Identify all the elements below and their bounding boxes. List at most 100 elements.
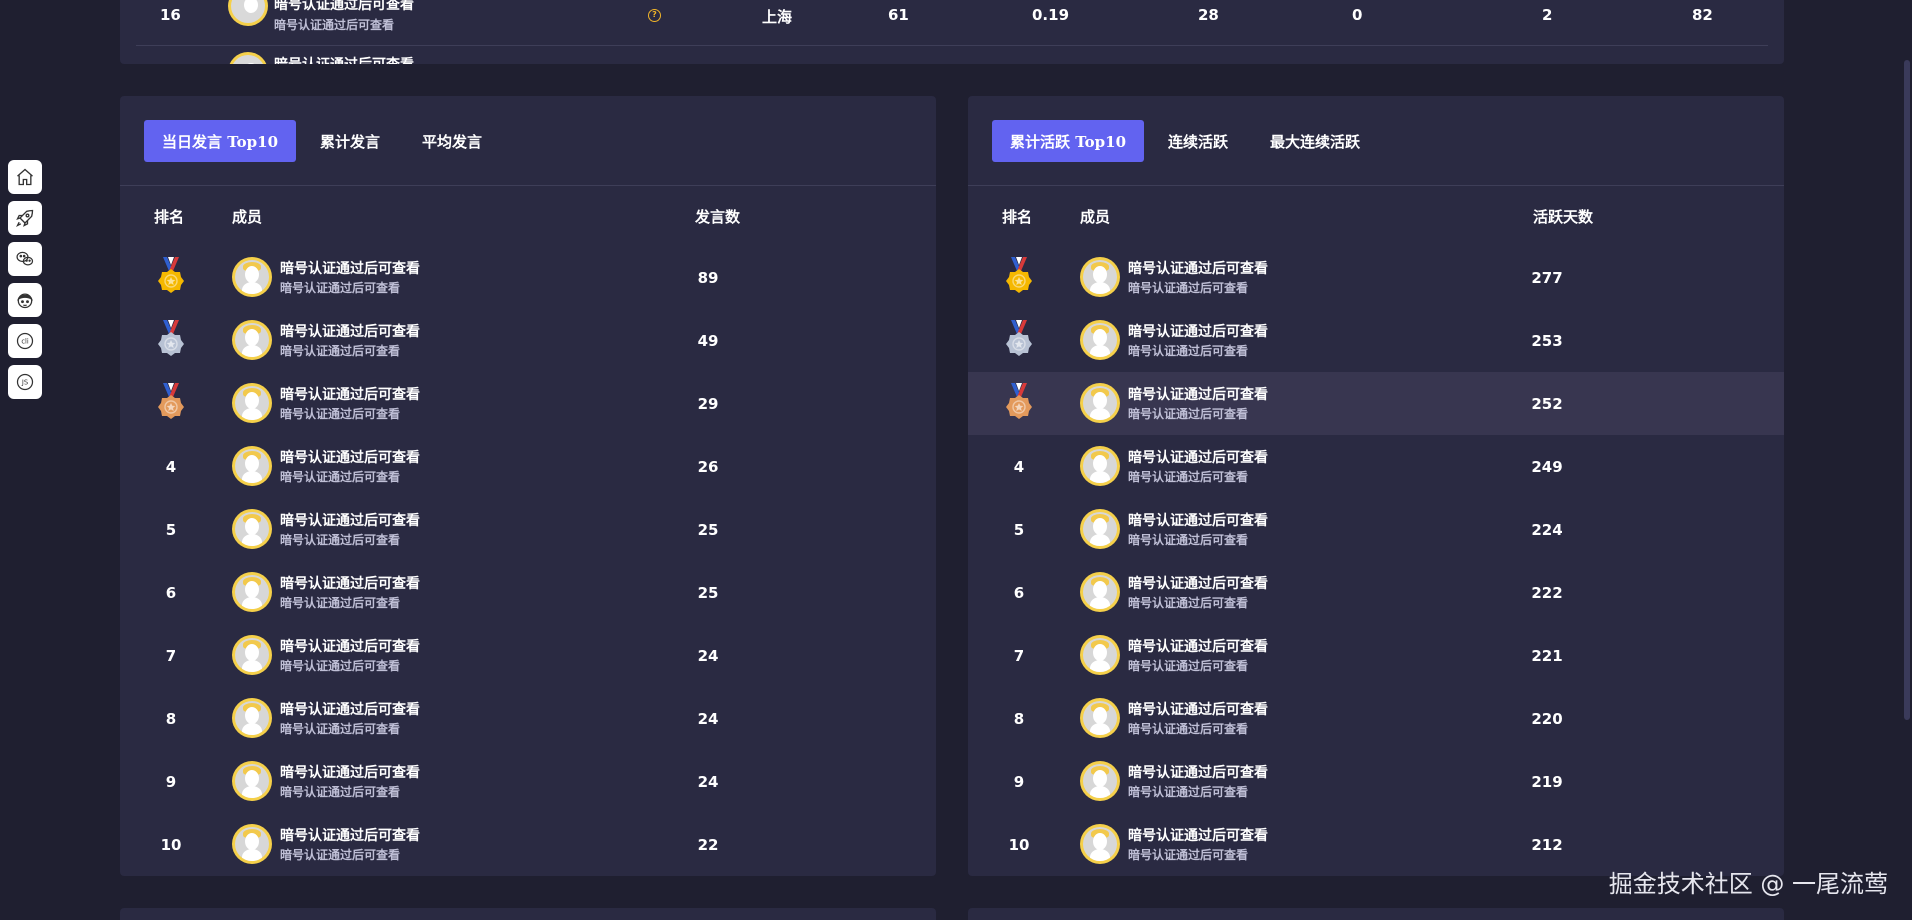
avatar[interactable] xyxy=(232,446,272,486)
value-cell: 249 xyxy=(1531,457,1563,476)
member-name: 暗号认证通过后可查看 xyxy=(1128,513,1268,529)
member-subtitle: 暗号认证通过后可查看 xyxy=(280,533,401,547)
js-button[interactable]: JS xyxy=(8,365,42,399)
member-name: 暗号认证通过后可查看 xyxy=(280,765,420,781)
column-header-active-days: 活跃天数 xyxy=(1533,208,1594,226)
floating-sidebar: cli JS xyxy=(8,160,42,406)
member-table-panel: 16 暗号认证通过后可查看 暗号认证通过后可查看 ? 上海 61 0.19 28… xyxy=(120,0,1784,64)
rank-number: 4 xyxy=(1013,457,1025,476)
ranking-row[interactable]: 6 暗号认证通过后可查看 暗号认证通过后可查看 25 xyxy=(120,561,936,624)
ranking-row[interactable]: 暗号认证通过后可查看 暗号认证通过后可查看 277 xyxy=(968,246,1784,309)
avatar[interactable] xyxy=(1080,509,1120,549)
tab-max-consecutive-active[interactable]: 最大连续活跃 xyxy=(1252,120,1378,162)
js-icon: JS xyxy=(16,373,34,391)
avatar[interactable] xyxy=(1080,446,1120,486)
ranking-row[interactable]: 暗号认证通过后可查看 暗号认证通过后可查看 89 xyxy=(120,246,936,309)
avatar[interactable] xyxy=(1080,320,1120,360)
avatar[interactable] xyxy=(232,824,272,864)
member-name: 暗号认证通过后可查看 xyxy=(280,828,420,844)
tab-consecutive-active[interactable]: 连续活跃 xyxy=(1150,120,1246,162)
avatar[interactable] xyxy=(232,257,272,297)
avatar[interactable] xyxy=(232,320,272,360)
member-subtitle: 暗号认证通过后可查看 xyxy=(1128,407,1249,421)
member-subtitle: 暗号认证通过后可查看 xyxy=(1128,722,1249,736)
value-cell: 89 xyxy=(697,268,719,287)
ranking-row[interactable]: 8 暗号认证通过后可查看 暗号认证通过后可查看 24 xyxy=(120,687,936,750)
avatar[interactable] xyxy=(232,635,272,675)
avatar[interactable] xyxy=(232,698,272,738)
value-cell: 224 xyxy=(1531,520,1563,539)
bronze-medal-icon xyxy=(1006,382,1032,419)
tab-total-speech[interactable]: 累计发言 xyxy=(302,120,398,162)
home-button[interactable] xyxy=(8,160,42,194)
member-name: 暗号认证通过后可查看 xyxy=(1128,828,1268,844)
rank-cell xyxy=(154,309,188,372)
ranking-row[interactable]: 10 暗号认证通过后可查看 暗号认证通过后可查看 22 xyxy=(120,813,936,876)
member-name: 暗号认证通过后可查看 xyxy=(1128,702,1268,718)
tab-daily-speech-top10[interactable]: 当日发言 Top10 xyxy=(144,120,297,162)
ranking-row[interactable]: 7 暗号认证通过后可查看 暗号认证通过后可查看 24 xyxy=(120,624,936,687)
ranking-row[interactable]: 暗号认证通过后可查看 暗号认证通过后可查看 29 xyxy=(120,372,936,435)
avatar[interactable] xyxy=(232,383,272,423)
avatar[interactable] xyxy=(1080,383,1120,423)
ranking-row[interactable]: 4 暗号认证通过后可查看 暗号认证通过后可查看 26 xyxy=(120,435,936,498)
rank-number: 9 xyxy=(165,772,177,791)
rank-cell xyxy=(154,372,188,435)
value-cell: 253 xyxy=(1531,331,1563,350)
avatar[interactable] xyxy=(232,761,272,801)
tab-bar: 累计活跃 Top10 连续活跃 最大连续活跃 xyxy=(992,120,1384,162)
wechat-button[interactable] xyxy=(8,242,42,276)
rank-number: 4 xyxy=(165,457,177,476)
rocket-button[interactable] xyxy=(8,201,42,235)
ranking-row[interactable]: 5 暗号认证通过后可查看 暗号认证通过后可查看 224 xyxy=(968,498,1784,561)
rank-cell: 9 xyxy=(154,750,188,813)
avatar[interactable] xyxy=(1080,635,1120,675)
value-cell: 0.19 xyxy=(1032,6,1070,24)
rank-cell: 7 xyxy=(154,624,188,687)
rank-cell: 10 xyxy=(1002,813,1036,876)
ranking-row[interactable]: 8 暗号认证通过后可查看 暗号认证通过后可查看 220 xyxy=(968,687,1784,750)
ranking-row[interactable]: 暗号认证通过后可查看 暗号认证通过后可查看 49 xyxy=(120,309,936,372)
scrollbar-thumb[interactable] xyxy=(1904,60,1910,720)
member-subtitle: 暗号认证通过后可查看 xyxy=(1128,470,1249,484)
avatar[interactable] xyxy=(1080,698,1120,738)
profile-button[interactable] xyxy=(8,283,42,317)
table-row[interactable]: 16 暗号认证通过后可查看 暗号认证通过后可查看 ? 上海 61 0.19 28… xyxy=(136,0,1768,46)
page: 16 暗号认证通过后可查看 暗号认证通过后可查看 ? 上海 61 0.19 28… xyxy=(0,0,1912,920)
ranking-row[interactable]: 9 暗号认证通过后可查看 暗号认证通过后可查看 24 xyxy=(120,750,936,813)
tab-total-active-top10[interactable]: 累计活跃 Top10 xyxy=(992,120,1145,162)
rank-cell: 5 xyxy=(1002,498,1036,561)
member-subtitle: 暗号认证通过后可查看 xyxy=(280,281,401,295)
avatar[interactable] xyxy=(232,572,272,612)
cli-icon: cli xyxy=(16,332,34,350)
rank-cell: 8 xyxy=(1002,687,1036,750)
member-name: 暗号认证通过后可查看 xyxy=(1128,639,1268,655)
ranking-row[interactable]: 暗号认证通过后可查看 暗号认证通过后可查看 253 xyxy=(968,309,1784,372)
avatar[interactable] xyxy=(1080,761,1120,801)
rank-number: 5 xyxy=(1013,520,1025,539)
value-cell: 222 xyxy=(1531,583,1563,602)
value-cell: 25 xyxy=(697,520,719,539)
rank-cell: 4 xyxy=(1002,435,1036,498)
tab-average-speech[interactable]: 平均发言 xyxy=(404,120,500,162)
ranking-row[interactable]: 9 暗号认证通过后可查看 暗号认证通过后可查看 219 xyxy=(968,750,1784,813)
table-row[interactable]: 暗号认证通过后可查看 xyxy=(136,50,436,64)
ranking-row[interactable]: 5 暗号认证通过后可查看 暗号认证通过后可查看 25 xyxy=(120,498,936,561)
ranking-row[interactable]: 6 暗号认证通过后可查看 暗号认证通过后可查看 222 xyxy=(968,561,1784,624)
avatar[interactable] xyxy=(232,509,272,549)
cli-button[interactable]: cli xyxy=(8,324,42,358)
member-name: 暗号认证通过后可查看 xyxy=(1128,261,1268,277)
svg-text:cli: cli xyxy=(21,338,29,346)
avatar[interactable] xyxy=(1080,824,1120,864)
avatar xyxy=(228,52,268,64)
question-icon[interactable]: ? xyxy=(648,9,661,22)
ranking-row[interactable]: 4 暗号认证通过后可查看 暗号认证通过后可查看 249 xyxy=(968,435,1784,498)
rank-cell xyxy=(154,246,188,309)
ranking-row[interactable]: 暗号认证通过后可查看 暗号认证通过后可查看 252 xyxy=(968,372,1784,435)
avatar[interactable] xyxy=(1080,572,1120,612)
ranking-row[interactable]: 7 暗号认证通过后可查看 暗号认证通过后可查看 221 xyxy=(968,624,1784,687)
rank-number: 7 xyxy=(1013,646,1025,665)
member-subtitle: 暗号认证通过后可查看 xyxy=(1128,848,1249,862)
column-header-speech-count: 发言数 xyxy=(695,208,741,226)
avatar[interactable] xyxy=(1080,257,1120,297)
